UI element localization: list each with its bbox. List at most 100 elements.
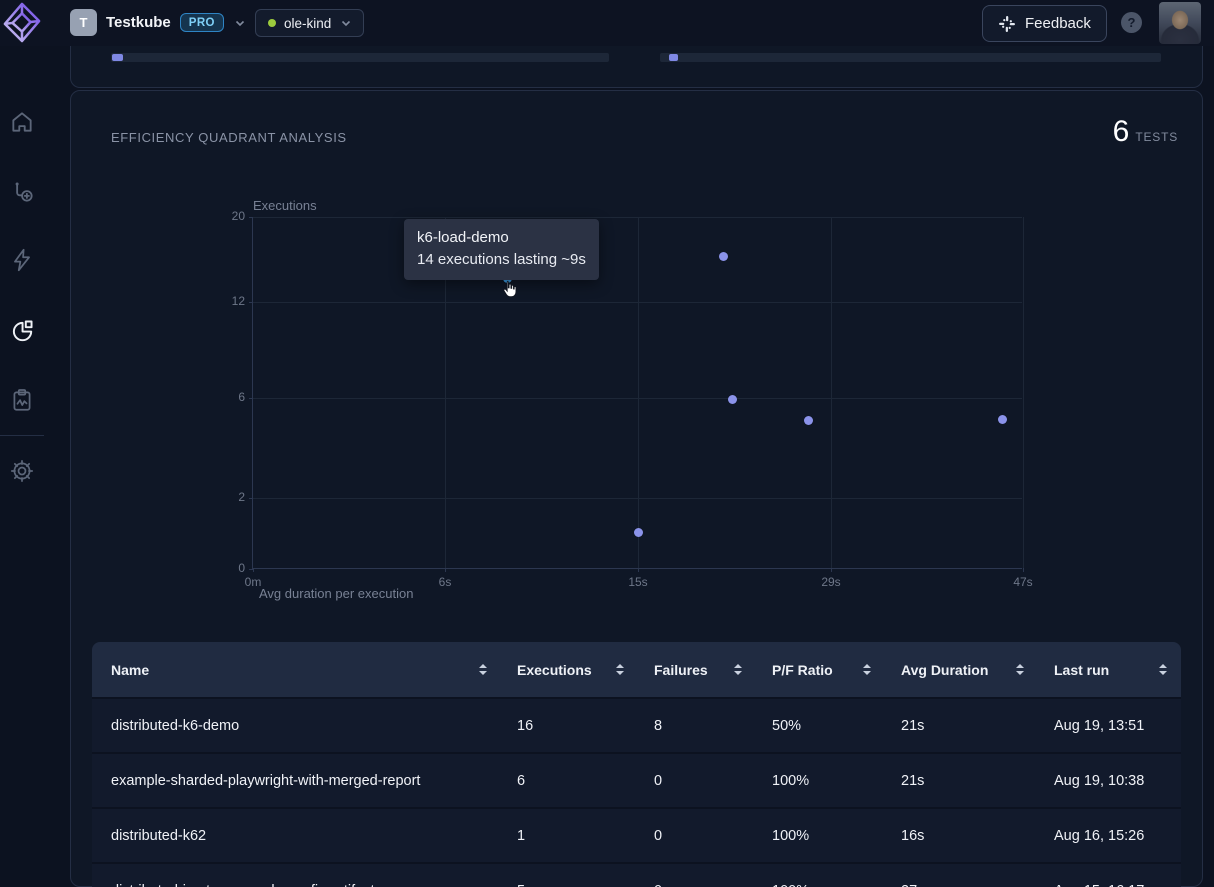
- table-cell: 5: [517, 883, 654, 887]
- sort-icon[interactable]: [479, 664, 487, 675]
- bar-track: [111, 53, 609, 62]
- scatter-point[interactable]: [728, 395, 737, 404]
- x-tick-mark: [445, 568, 446, 572]
- x-gridline: [1023, 217, 1024, 568]
- tooltip-detail: 14 executions lasting ~9s: [417, 249, 586, 271]
- x-tick-mark: [1023, 568, 1024, 572]
- sort-icon[interactable]: [616, 664, 624, 675]
- column-header-label: Failures: [654, 662, 708, 678]
- sidebar-item-artifacts[interactable]: [9, 387, 35, 413]
- column-header-label: Name: [111, 662, 149, 678]
- feedback-button[interactable]: Feedback: [982, 5, 1107, 42]
- table-cell: 1: [517, 828, 654, 844]
- help-button[interactable]: ?: [1121, 12, 1142, 33]
- scatter-point[interactable]: [634, 528, 643, 537]
- table-body: distributed-k6-demo16850%21sAug 19, 13:5…: [92, 697, 1181, 887]
- sidebar-item-triggers[interactable]: [9, 247, 35, 273]
- y-gridline: [253, 398, 1022, 399]
- scatter-point[interactable]: [998, 415, 1007, 424]
- x-tick-mark: [831, 568, 832, 572]
- sidebar-item-tests[interactable]: [9, 178, 35, 204]
- bar-segment: [112, 54, 123, 61]
- table-cell: Aug 15, 16:17: [1054, 883, 1181, 887]
- x-tick-mark: [253, 568, 254, 572]
- org-name: Testkube: [106, 14, 171, 31]
- tests-add-icon: [9, 178, 35, 204]
- user-avatar[interactable]: [1159, 2, 1201, 44]
- sidebar-item-insights[interactable]: [9, 318, 35, 344]
- top-bar: T Testkube PRO ole-kind Feedback ?: [0, 0, 1214, 46]
- mouse-cursor-icon: [499, 279, 519, 299]
- x-tick-label: 6s: [425, 575, 465, 589]
- table-cell: 27s: [901, 883, 1054, 887]
- sidebar-item-home[interactable]: [9, 109, 35, 135]
- settings-gear-icon: [9, 458, 35, 484]
- app-screen: T Testkube PRO ole-kind Feedback ?: [0, 0, 1214, 887]
- home-icon: [9, 109, 35, 135]
- scatter-point[interactable]: [804, 416, 813, 425]
- feedback-label: Feedback: [1025, 15, 1091, 32]
- column-header-avg-duration[interactable]: Avg Duration: [901, 662, 1054, 678]
- table-cell: example-sharded-playwright-with-merged-r…: [92, 773, 517, 789]
- slack-icon: [998, 15, 1016, 33]
- column-header-executions[interactable]: Executions: [517, 662, 654, 678]
- sidebar-item-settings[interactable]: [9, 458, 35, 484]
- sidebar-nav: [0, 46, 44, 887]
- x-axis-title: Avg duration per execution: [259, 586, 413, 601]
- previous-panel-partial: [70, 46, 1203, 88]
- tests-count-value: 6: [1113, 115, 1130, 149]
- x-tick-mark: [638, 568, 639, 572]
- table-cell: 100%: [772, 773, 901, 789]
- y-tick-label: 12: [213, 294, 245, 308]
- y-axis-title: Executions: [253, 198, 317, 213]
- table-row[interactable]: distributed-jmeter-example-config-artifa…: [92, 862, 1181, 887]
- scatter-point[interactable]: [719, 252, 728, 261]
- sort-icon[interactable]: [1159, 664, 1167, 675]
- table-cell: 21s: [901, 718, 1054, 734]
- table-cell: 0: [654, 773, 772, 789]
- bar-track: [660, 53, 1161, 62]
- column-header-failures[interactable]: Failures: [654, 662, 772, 678]
- sort-icon[interactable]: [863, 664, 871, 675]
- table-row[interactable]: example-sharded-playwright-with-merged-r…: [92, 752, 1181, 807]
- table-row[interactable]: distributed-k6-demo16850%21sAug 19, 13:5…: [92, 697, 1181, 752]
- environment-selector[interactable]: ole-kind: [255, 9, 364, 37]
- plan-badge: PRO: [180, 13, 224, 32]
- tests-count: 6 TESTS: [1113, 115, 1178, 149]
- column-header-last-run[interactable]: Last run: [1054, 662, 1181, 678]
- y-tick-mark: [249, 569, 253, 570]
- table-cell: 16s: [901, 828, 1054, 844]
- column-header-label: Avg Duration: [901, 662, 988, 678]
- chevron-down-icon: [233, 16, 247, 30]
- x-tick-label: 47s: [1003, 575, 1043, 589]
- y-gridline: [253, 217, 1022, 218]
- chevron-down-icon: [339, 16, 353, 30]
- y-gridline: [253, 498, 1022, 499]
- env-status-dot: [268, 19, 276, 27]
- table-cell: 100%: [772, 828, 901, 844]
- table-cell: 16: [517, 718, 654, 734]
- org-switcher[interactable]: T Testkube PRO: [70, 9, 247, 36]
- question-mark-icon: ?: [1128, 15, 1136, 30]
- sort-icon[interactable]: [1016, 664, 1024, 675]
- y-tick-mark: [249, 498, 253, 499]
- x-tick-label: 29s: [811, 575, 851, 589]
- table-cell: 50%: [772, 718, 901, 734]
- table-cell: 6: [517, 773, 654, 789]
- tests-table: Name ExecutionsFailures P/F RatioAvg Durat…: [92, 642, 1181, 887]
- artifacts-report-icon: [9, 387, 35, 413]
- x-gridline: [638, 217, 639, 568]
- table-cell: 0: [654, 828, 772, 844]
- y-tick-label: 20: [213, 209, 245, 223]
- y-gridline: [253, 302, 1022, 303]
- panel-title: EFFICIENCY QUADRANT ANALYSIS: [111, 130, 347, 145]
- table-header-row: Name ExecutionsFailures P/F RatioAvg Durat…: [92, 642, 1181, 697]
- table-cell: 0: [654, 883, 772, 887]
- sort-icon[interactable]: [734, 664, 742, 675]
- x-tick-label: 15s: [618, 575, 658, 589]
- column-header-p-f-ratio[interactable]: P/F Ratio: [772, 662, 901, 678]
- y-tick-mark: [249, 302, 253, 303]
- column-header-name[interactable]: Name: [92, 662, 517, 678]
- table-row[interactable]: distributed-k6210100%16sAug 16, 15:26: [92, 807, 1181, 862]
- table-cell: Aug 16, 15:26: [1054, 828, 1181, 844]
